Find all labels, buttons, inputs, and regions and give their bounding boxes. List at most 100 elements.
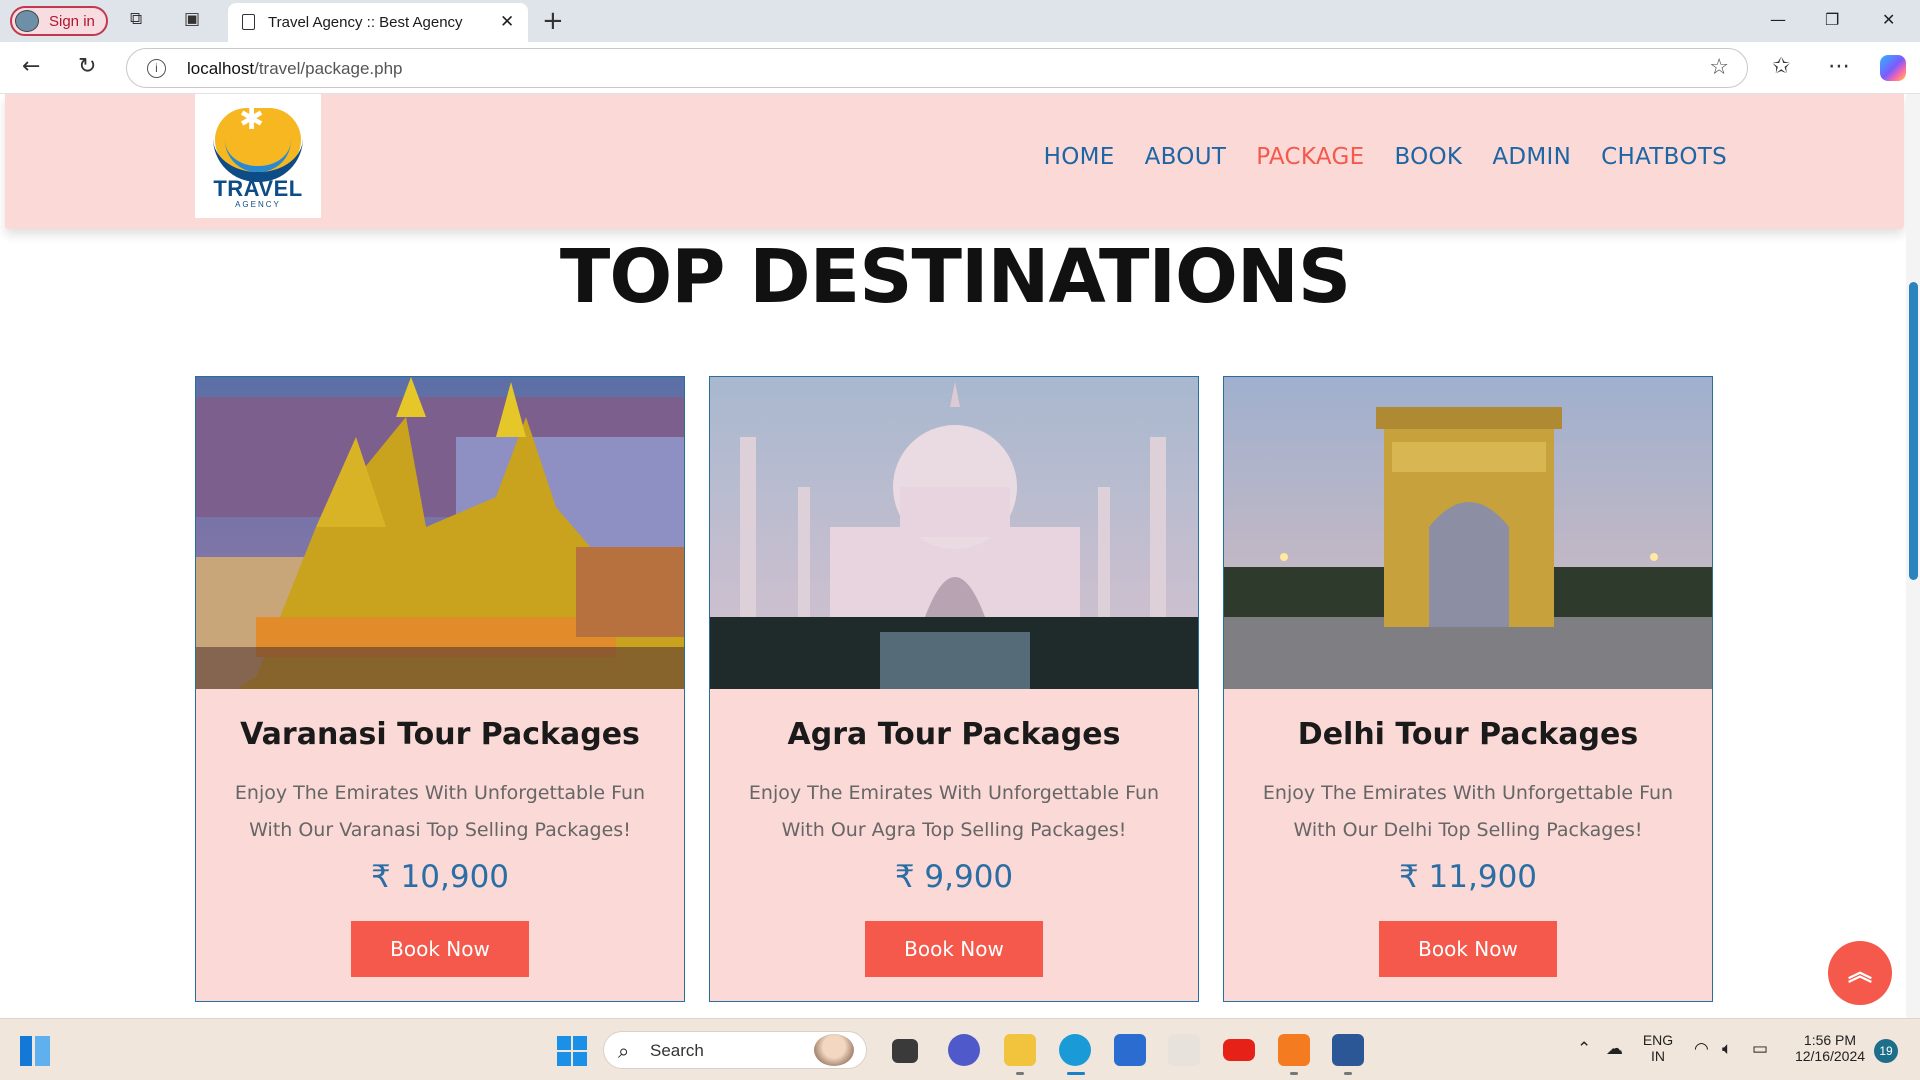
- browser-toolbar: ← ↻ i localhost/travel/package.php ☆ ✩ ⋯: [0, 42, 1920, 94]
- running-indicator: [1344, 1072, 1352, 1075]
- page-heading: TOP DESTINATIONS: [559, 234, 1351, 320]
- card-body: Agra Tour Packages Enjoy The Emirates Wi…: [710, 689, 1198, 1001]
- url-path: /travel/package.php: [254, 59, 403, 78]
- close-window-icon[interactable]: ✕: [1882, 10, 1895, 29]
- network-status-icon[interactable]: ☁: [1606, 1039, 1623, 1059]
- region-code: IN: [1651, 1048, 1665, 1064]
- logo-word: TRAVEL: [213, 176, 303, 201]
- youtube-icon[interactable]: [1223, 1039, 1255, 1061]
- sign-in-button[interactable]: Sign in: [10, 6, 108, 36]
- profile-avatar-icon: [15, 10, 39, 32]
- card-price: ₹ 10,900: [370, 859, 510, 895]
- new-tab-icon[interactable]: +: [542, 6, 564, 36]
- search-highlight-icon: [814, 1034, 854, 1066]
- nav-book[interactable]: BOOK: [1394, 144, 1462, 170]
- favorites-icon[interactable]: ✩: [1772, 54, 1790, 79]
- running-indicator: [1290, 1072, 1298, 1075]
- taskbar-search[interactable]: ⌕ Search: [603, 1031, 867, 1069]
- volume-icon[interactable]: 🔈︎: [1722, 1039, 1732, 1059]
- teams-icon[interactable]: [948, 1034, 980, 1066]
- site-info-icon[interactable]: i: [147, 59, 166, 78]
- clock-date: 12/16/2024: [1794, 1048, 1866, 1064]
- browser-tab-bar: Sign in ⧉ ▣ Travel Agency :: Best Agency…: [0, 0, 1920, 43]
- address-bar[interactable]: i localhost/travel/package.php ☆: [126, 48, 1748, 88]
- package-card-agra: Agra Tour Packages Enjoy The Emirates Wi…: [709, 376, 1199, 1002]
- card-body: Delhi Tour Packages Enjoy The Emirates W…: [1224, 689, 1712, 1001]
- clock-time: 1:56 PM: [1803, 1032, 1857, 1048]
- tab-title: Travel Agency :: Best Agency: [268, 14, 463, 31]
- book-now-button[interactable]: Book Now: [1379, 921, 1557, 977]
- url-host: localhost: [187, 59, 255, 78]
- url-text: localhost/travel/package.php: [187, 59, 403, 79]
- restore-icon[interactable]: ❐: [1825, 10, 1839, 29]
- file-explorer-icon[interactable]: [1004, 1034, 1036, 1066]
- wifi-icon[interactable]: ◠: [1694, 1039, 1709, 1059]
- logo-subword: AGENCY: [235, 200, 281, 209]
- tab-actions-icon[interactable]: ▣: [184, 11, 200, 28]
- package-card-varanasi: Varanasi Tour Packages Enjoy The Emirate…: [195, 376, 685, 1002]
- book-now-button[interactable]: Book Now: [865, 921, 1043, 977]
- travel-agency-logo[interactable]: ✱ TRAVEL AGENCY: [195, 94, 321, 218]
- refresh-icon[interactable]: ↻: [78, 54, 96, 79]
- page-viewport: ✱ TRAVEL AGENCY HOME ABOUT PACKAGE BOOK …: [0, 94, 1920, 1018]
- widgets-icon[interactable]: [20, 1036, 50, 1066]
- windows-start-icon[interactable]: [557, 1036, 587, 1066]
- book-now-button[interactable]: Book Now: [351, 921, 529, 977]
- sign-in-label: Sign in: [49, 13, 95, 30]
- nav-admin[interactable]: ADMIN: [1492, 144, 1571, 170]
- nav-home[interactable]: HOME: [1044, 144, 1115, 170]
- card-price: ₹ 9,900: [894, 859, 1014, 895]
- search-label: Search: [650, 1041, 704, 1060]
- card-description: Enjoy The Emirates With Unforgettable Fu…: [234, 782, 646, 841]
- favorite-star-icon[interactable]: ☆: [1709, 55, 1729, 80]
- card-description: Enjoy The Emirates With Unforgettable Fu…: [748, 782, 1160, 841]
- scrollbar-thumb[interactable]: [1909, 282, 1918, 580]
- copilot-icon[interactable]: [1880, 55, 1906, 81]
- tab-travel-agency[interactable]: Travel Agency :: Best Agency ✕: [228, 3, 528, 43]
- varanasi-temple-photo: [196, 377, 684, 689]
- workspaces-icon[interactable]: ⧉: [130, 11, 142, 28]
- taj-mahal-illustration: [710, 377, 1198, 689]
- taj-mahal-photo: [710, 377, 1198, 689]
- india-gate-photo: [1224, 377, 1712, 689]
- language-code: ENG: [1642, 1032, 1674, 1048]
- search-icon: ⌕: [618, 1039, 630, 1063]
- word-icon[interactable]: [1332, 1034, 1364, 1066]
- nav-package[interactable]: PACKAGE: [1256, 144, 1364, 170]
- page-scrollbar[interactable]: [1906, 94, 1920, 1018]
- card-price: ₹ 11,900: [1398, 859, 1538, 895]
- india-gate-illustration: [1224, 377, 1712, 689]
- windows-taskbar: ⌕ Search ⌃ ☁ ENG IN ◠ 🔈︎ ▭ 1:56 PM 12/16…: [0, 1018, 1920, 1080]
- card-title: Varanasi Tour Packages: [240, 717, 640, 752]
- double-chevron-up-icon: ︽: [1848, 958, 1872, 986]
- varanasi-illustration: [196, 377, 684, 689]
- screen: Sign in ⧉ ▣ Travel Agency :: Best Agency…: [0, 0, 1920, 1080]
- battery-icon[interactable]: ▭: [1752, 1039, 1768, 1059]
- back-arrow-icon[interactable]: ←: [22, 54, 40, 79]
- task-view-icon[interactable]: [892, 1039, 918, 1063]
- xampp-icon[interactable]: [1278, 1034, 1310, 1066]
- nav-about[interactable]: ABOUT: [1145, 144, 1227, 170]
- clock[interactable]: 1:56 PM 12/16/2024: [1788, 1032, 1872, 1064]
- nav-chatbots[interactable]: CHATBOTS: [1601, 144, 1727, 170]
- main-nav: HOME ABOUT PACKAGE BOOK ADMIN CHATBOTS: [1044, 144, 1727, 170]
- site-header: ✱ TRAVEL AGENCY HOME ABOUT PACKAGE BOOK …: [5, 94, 1904, 229]
- microsoft-store-icon[interactable]: [1114, 1034, 1146, 1066]
- kiet-icon[interactable]: [1168, 1034, 1200, 1066]
- close-tab-icon[interactable]: ✕: [500, 12, 514, 32]
- page-icon: [242, 14, 255, 30]
- package-card-delhi: Delhi Tour Packages Enjoy The Emirates W…: [1223, 376, 1713, 1002]
- more-options-icon[interactable]: ⋯: [1828, 54, 1850, 79]
- active-indicator: [1067, 1072, 1085, 1075]
- card-title: Delhi Tour Packages: [1297, 717, 1639, 752]
- card-description: Enjoy The Emirates With Unforgettable Fu…: [1262, 782, 1674, 841]
- running-indicator: [1016, 1072, 1024, 1075]
- language-indicator[interactable]: ENG IN: [1638, 1032, 1678, 1064]
- minimize-icon[interactable]: —: [1770, 10, 1786, 29]
- notification-badge[interactable]: 19: [1874, 1039, 1898, 1063]
- scroll-to-top-button[interactable]: ︽: [1828, 941, 1892, 1005]
- palm-tree-icon: ✱: [239, 102, 265, 137]
- edge-icon[interactable]: [1059, 1034, 1091, 1066]
- card-body: Varanasi Tour Packages Enjoy The Emirate…: [196, 689, 684, 1001]
- show-hidden-icons-chevron-icon[interactable]: ⌃: [1577, 1039, 1591, 1059]
